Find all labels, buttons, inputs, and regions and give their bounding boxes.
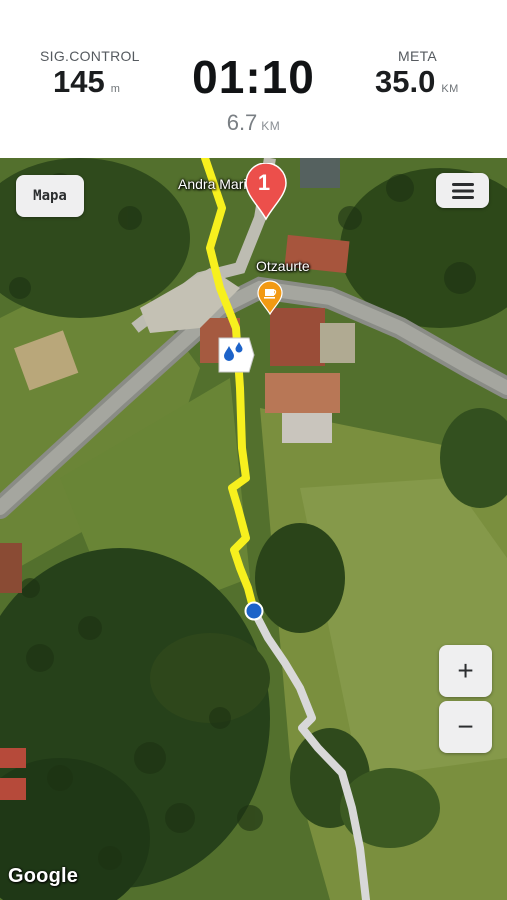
coffee-cup-icon[interactable] <box>257 280 283 316</box>
zoom-out-button[interactable]: − <box>439 701 492 753</box>
goal-label: META <box>398 48 438 64</box>
water-drop-icon[interactable] <box>217 336 255 374</box>
satellite-map[interactable]: Andra Mari Eliza 1 Otzaurte Mapa + − Goo… <box>0 158 507 900</box>
google-attribution: Google <box>8 865 79 887</box>
distance-number: 6.7 <box>226 110 258 135</box>
cafe-label: Otzaurte <box>256 258 310 274</box>
map-imagery <box>0 158 507 900</box>
checkpoint-number: 1 <box>257 170 271 195</box>
zoom-in-button[interactable]: + <box>439 645 492 697</box>
goal-number: 35.0 <box>375 64 436 99</box>
hamburger-menu-icon <box>451 182 474 199</box>
goal-unit: KM <box>441 83 459 95</box>
map-type-button[interactable]: Mapa <box>16 175 84 217</box>
current-position-dot <box>244 601 264 621</box>
distance-unit: KM <box>261 119 281 133</box>
menu-button[interactable] <box>436 173 489 208</box>
stats-header: SIG.CONTROL 145 m 01:10 6.7 KM META 35.0 KM <box>0 0 507 158</box>
goal-value: 35.0 KM <box>375 64 459 100</box>
distance-covered: 6.7 KM <box>0 110 507 136</box>
